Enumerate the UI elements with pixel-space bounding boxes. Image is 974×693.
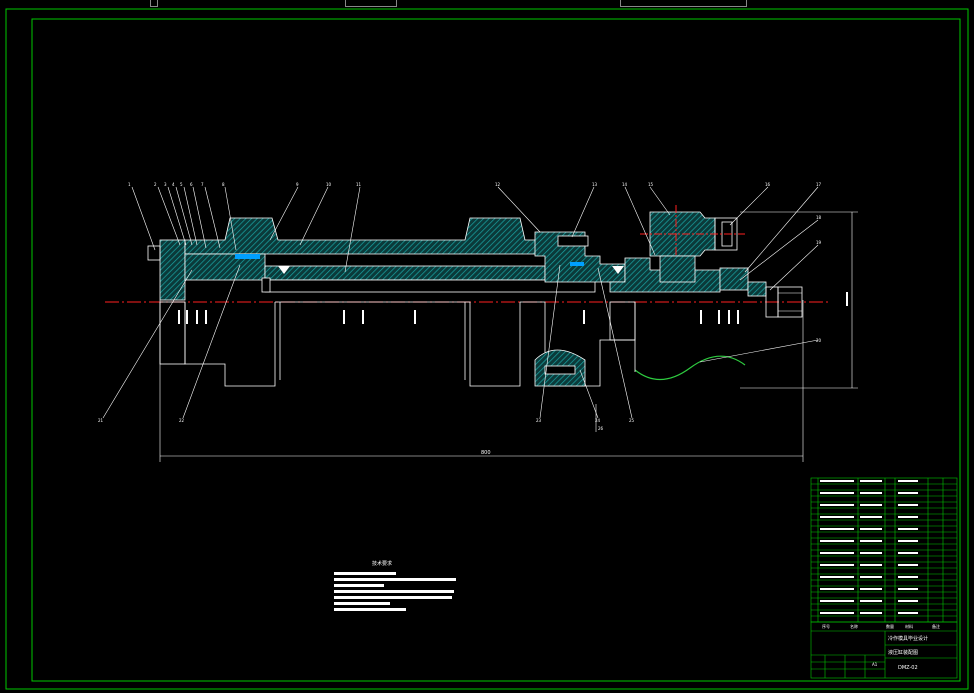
balloon-25: 25 [629,418,635,423]
balloon-23: 23 [536,418,542,423]
title-sheet: A1 [872,662,878,667]
balloon-14: 14 [622,182,628,187]
bom-header-qty: 数量 [886,623,894,629]
balloon-1: 1 [128,182,131,187]
bom-header-row: 序号 名称 数量 材料 备注 [822,623,940,629]
inner-frame [31,18,961,682]
bom-header-material: 材料 [905,623,913,629]
title-name-line2: 液压缸装配图 [888,649,918,656]
balloon-24: 24 [595,418,601,423]
title-drawing-number: DMZ-02 [898,665,918,671]
balloon-12: 12 [495,182,501,187]
outer-frame [5,8,969,690]
balloon-5: 5 [180,182,183,187]
balloon-15: 15 [648,182,654,187]
balloon-7: 7 [201,182,204,187]
bom-cell-fills [820,480,918,614]
vertical-dim-labels [178,292,848,324]
balloon-20: 20 [816,338,822,343]
bom-header-no: 序号 [822,623,830,629]
balloon-6: 6 [190,182,193,187]
balloon-13: 13 [592,182,598,187]
lower-bolt [544,365,576,375]
balloon-16: 16 [765,182,771,187]
balloon-21: 21 [98,418,104,423]
bom-header-note: 备注 [932,623,940,629]
balloon-18: 18 [816,215,822,220]
title-block [810,621,958,679]
cad-drawing-canvas[interactable]: 800 1 2 3 4 5 6 7 8 9 10 11 12 13 14 15 … [0,0,974,693]
balloon-10: 10 [326,182,332,187]
balloon-9: 9 [296,182,299,187]
balloon-3: 3 [164,182,167,187]
overall-length-dimension: 800 [481,450,491,456]
technical-notes: 技术要求 [334,560,456,611]
bom-header-name: 名称 [850,623,858,629]
balloon-22: 22 [179,418,185,423]
balloon-2: 2 [154,182,157,187]
balloon-8: 8 [222,182,225,187]
balloon-11: 11 [356,182,362,187]
balloon-4: 4 [172,182,175,187]
balloon-26: 26 [598,426,604,431]
notes-title: 技术要求 [372,560,392,567]
break-line [634,355,746,381]
title-name-line1: 冷作模具毕业设计 [888,635,928,642]
balloon-17: 17 [816,182,822,187]
balloon-19: 19 [816,240,822,245]
